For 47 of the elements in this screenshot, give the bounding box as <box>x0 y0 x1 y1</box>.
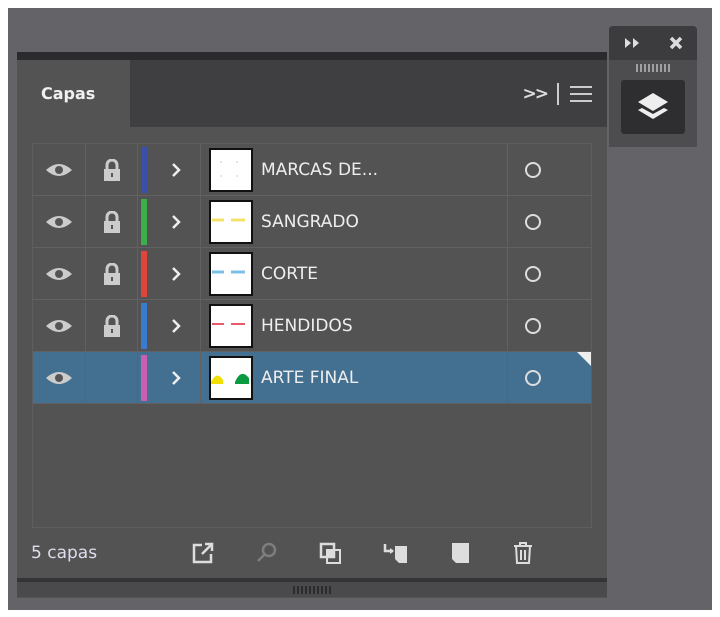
layer-thumbnail <box>208 148 252 192</box>
trash-icon[interactable] <box>511 541 535 565</box>
layers-button[interactable] <box>621 80 685 134</box>
layer-name: SANGRADO <box>261 212 359 232</box>
chevron-icon[interactable] <box>170 370 180 386</box>
expand-icon[interactable] <box>624 38 640 48</box>
lock-icon[interactable] <box>102 262 120 284</box>
overlapping-squares-icon[interactable] <box>319 541 343 565</box>
layer-row[interactable]: MARCAS DE... <box>33 144 591 196</box>
layer-name: MARCAS DE... <box>261 160 378 180</box>
resize-grip-icon[interactable] <box>292 586 332 594</box>
new-sublayer-icon[interactable] <box>383 541 407 565</box>
layer-row[interactable]: ARTE FINAL <box>33 352 591 404</box>
target-circle-icon[interactable] <box>524 212 542 230</box>
eye-icon[interactable] <box>45 214 73 230</box>
target-circle-icon[interactable] <box>524 264 542 282</box>
grip-icon[interactable] <box>635 64 671 72</box>
layer-thumbnail <box>208 252 252 296</box>
panel-tab[interactable]: Capas <box>17 60 130 127</box>
layer-thumbnail <box>208 304 252 348</box>
chevron-icon[interactable] <box>170 214 180 230</box>
layer-name: CORTE <box>261 264 318 284</box>
layer-row[interactable]: CORTE <box>33 248 591 300</box>
target-circle-icon[interactable] <box>524 160 542 178</box>
collapse-button[interactable]: >> <box>522 84 547 104</box>
layer-thumbnail <box>208 356 252 400</box>
eye-icon[interactable] <box>45 370 73 386</box>
eye-icon[interactable] <box>45 162 73 178</box>
layer-name: ARTE FINAL <box>261 368 358 388</box>
layer-count: 5 capas <box>31 543 98 563</box>
lock-icon[interactable] <box>102 158 120 180</box>
export-icon[interactable] <box>191 541 215 565</box>
menu-icon[interactable] <box>569 84 593 104</box>
layer-thumbnail <box>208 200 252 244</box>
target-circle-icon[interactable] <box>524 316 542 334</box>
lock-icon[interactable] <box>102 210 120 232</box>
chevron-icon[interactable] <box>170 162 180 178</box>
layer-row[interactable]: SANGRADO <box>33 196 591 248</box>
eye-icon[interactable] <box>45 318 73 334</box>
layer-name: HENDIDOS <box>261 316 353 336</box>
target-circle-icon[interactable] <box>524 368 542 386</box>
chevron-icon[interactable] <box>170 266 180 282</box>
selection-corner-icon <box>577 352 591 366</box>
chevron-icon[interactable] <box>170 318 180 334</box>
close-icon[interactable] <box>668 36 682 50</box>
lock-icon[interactable] <box>102 314 120 336</box>
eye-icon[interactable] <box>45 266 73 282</box>
